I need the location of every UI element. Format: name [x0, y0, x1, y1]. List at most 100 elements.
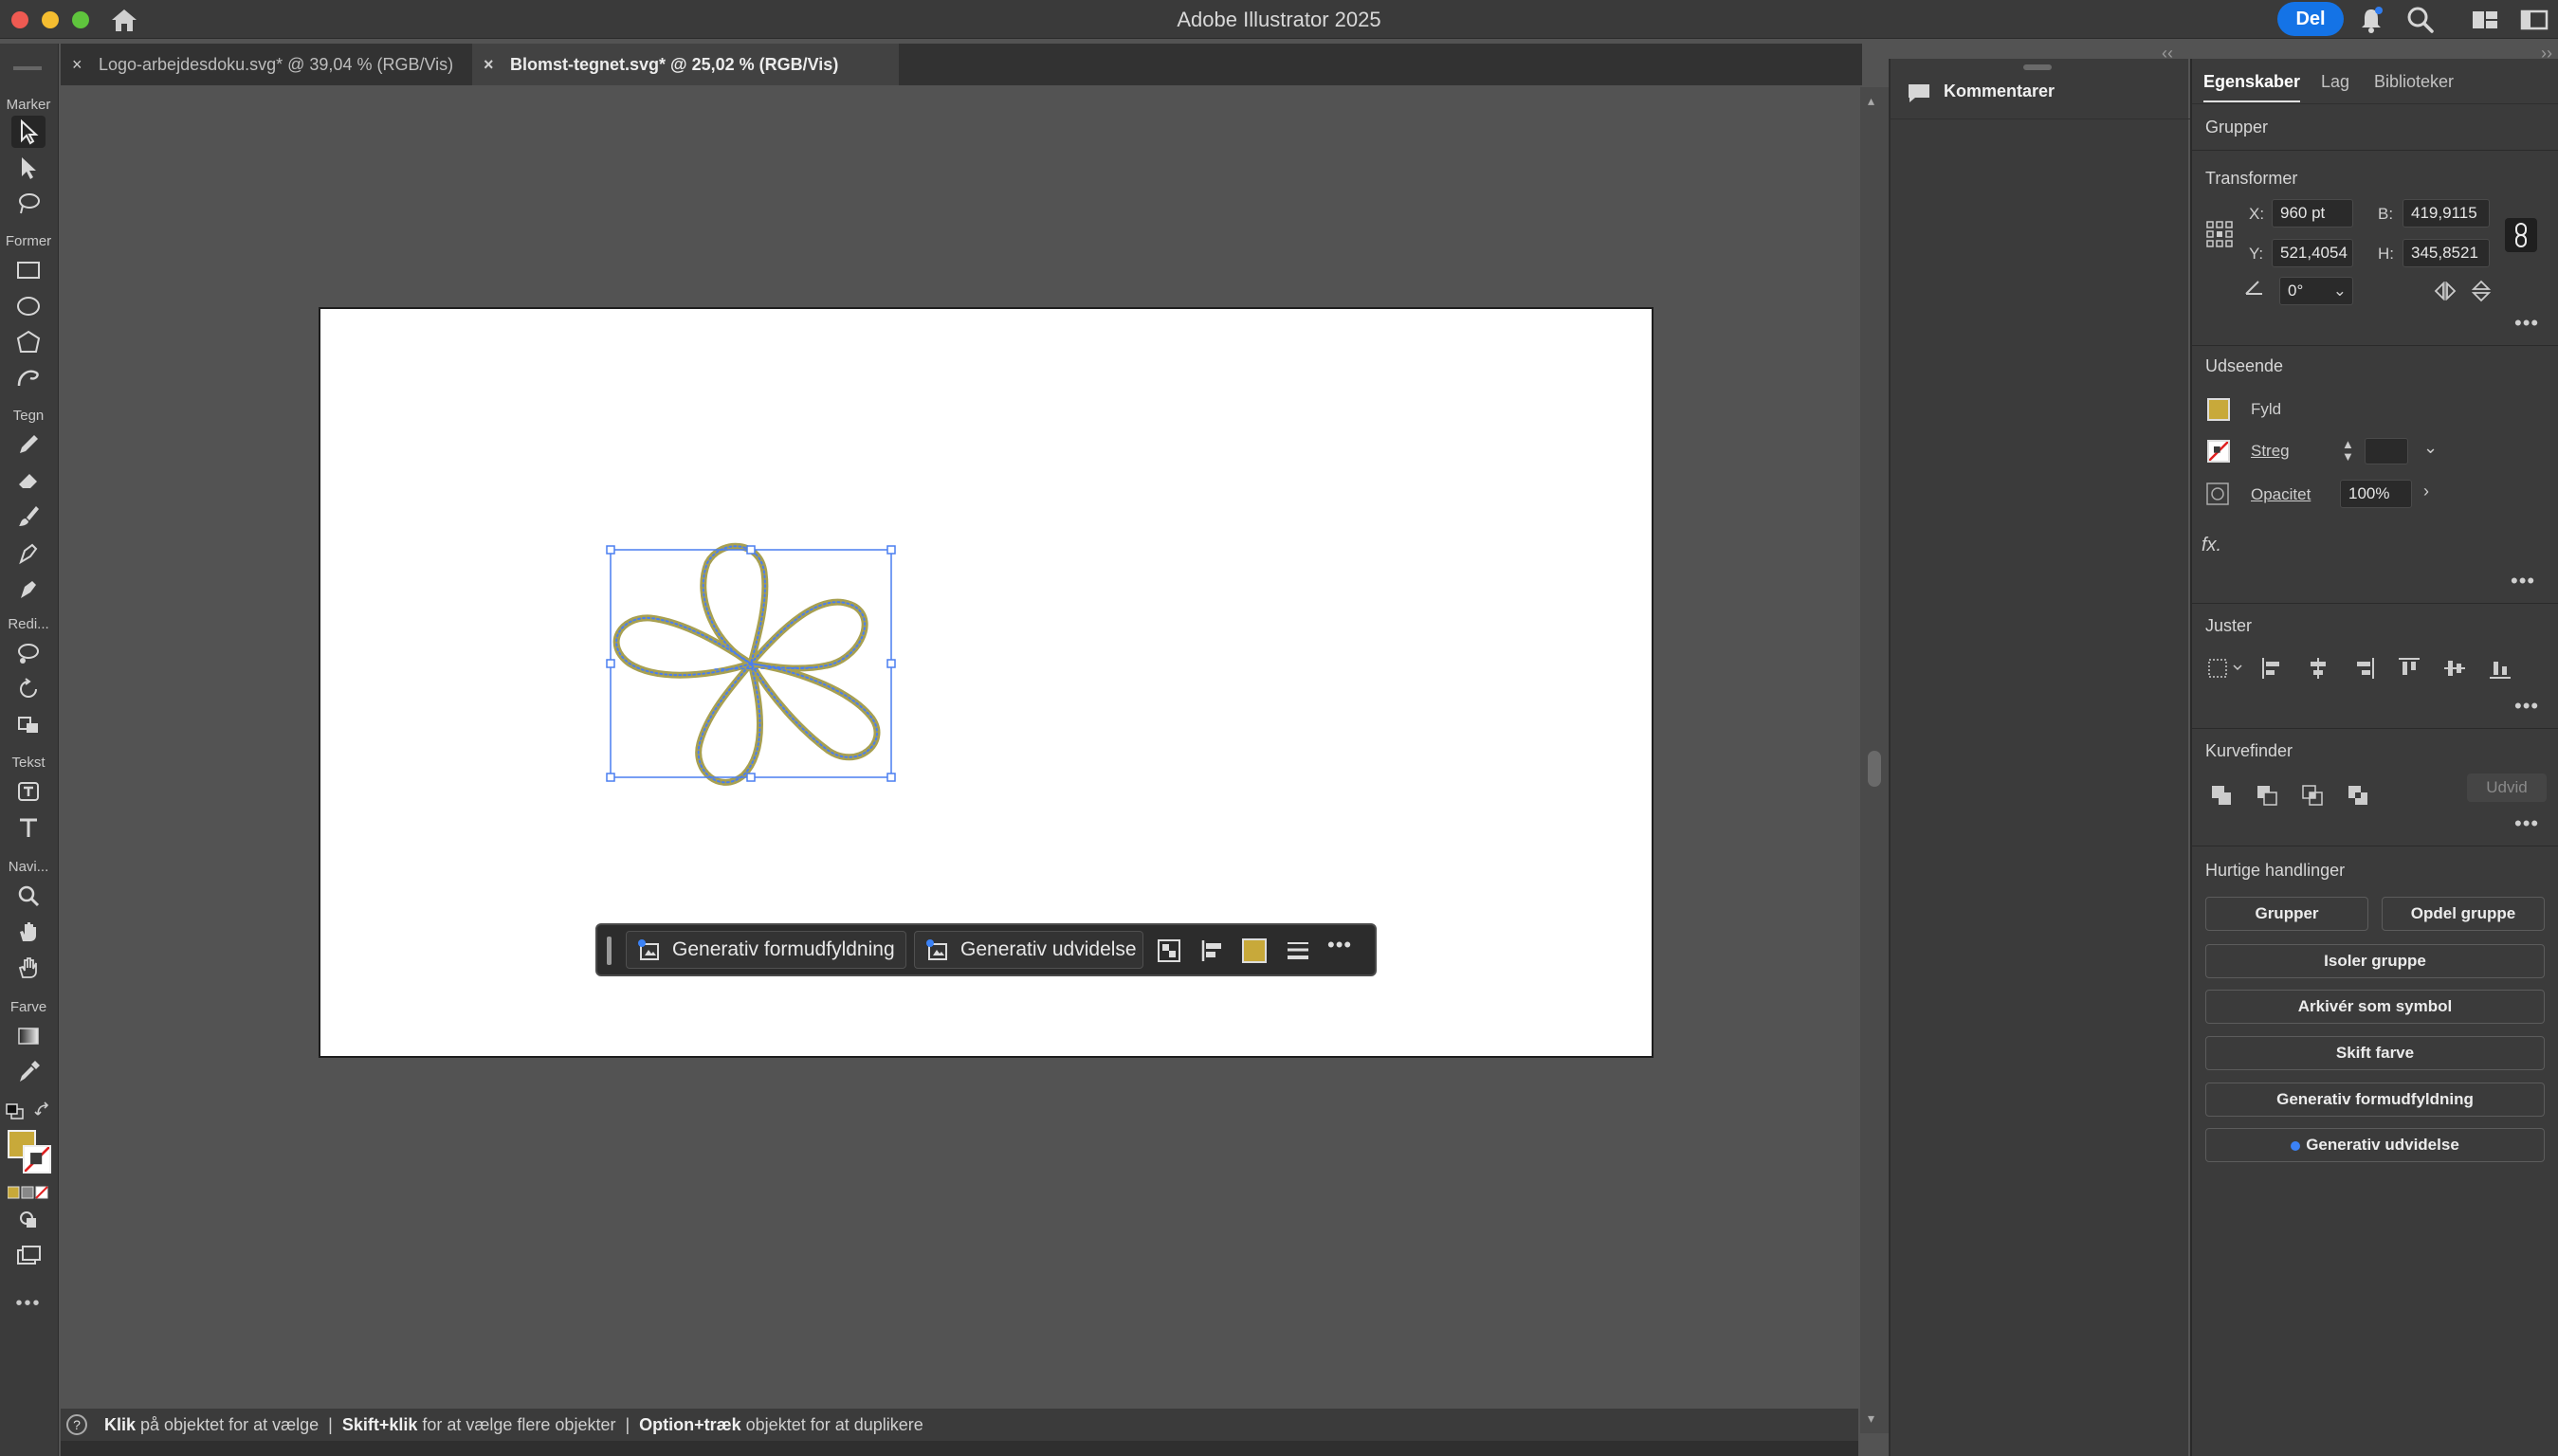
align-bottom-edges-icon[interactable]	[2488, 656, 2512, 681]
recolor-icon[interactable]	[1157, 938, 1181, 963]
shape-builder-tool[interactable]	[11, 709, 46, 741]
height-field[interactable]: 345,8521	[2403, 239, 2490, 267]
chevron-down-icon[interactable]: ⌄	[2423, 438, 2438, 458]
close-window-button[interactable]	[11, 11, 28, 28]
align-left-edges-icon[interactable]	[2260, 656, 2285, 681]
x-position-field[interactable]: 960 pt	[2272, 199, 2353, 228]
expand-button[interactable]: Udvid	[2467, 774, 2547, 802]
generative-shape-fill-quick-button[interactable]: Generativ formudfyldning	[2205, 1083, 2545, 1117]
align-top-edges-icon[interactable]	[2397, 656, 2421, 681]
lasso-tool[interactable]	[11, 188, 46, 220]
intersect-icon[interactable]	[2300, 783, 2325, 808]
fill-swatch-button[interactable]	[1242, 938, 1267, 963]
stroke-label[interactable]: Streg	[2251, 442, 2290, 461]
generative-expand-quick-button[interactable]: Generativ udvidelse	[2205, 1128, 2545, 1162]
constrain-proportions-button[interactable]	[2505, 218, 2537, 252]
recolor-button[interactable]: Skift farve	[2205, 1036, 2545, 1070]
eyedropper-tool[interactable]	[11, 1056, 46, 1088]
comments-header[interactable]: Kommentarer	[1891, 72, 2190, 119]
stroke-color-swatch[interactable]	[23, 1145, 51, 1174]
chevron-right-icon[interactable]: ›	[2423, 482, 2429, 501]
scroll-thumb[interactable]	[1868, 751, 1881, 787]
curvature-tool[interactable]	[11, 573, 46, 605]
align-left-icon[interactable]	[1200, 938, 1225, 963]
eraser-tool[interactable]	[11, 464, 46, 497]
flip-vertical-icon[interactable]	[2469, 279, 2494, 303]
swap-colors-icon[interactable]	[34, 1101, 53, 1120]
align-to-selection-icon[interactable]	[2207, 656, 2245, 681]
scroll-up-icon[interactable]: ▴	[1868, 93, 1874, 109]
rotation-field[interactable]: 0° ⌄	[2279, 277, 2353, 305]
paintbrush-tool[interactable]	[11, 500, 46, 533]
more-tools-button[interactable]: •••	[0, 1293, 57, 1315]
width-field[interactable]: 419,9115	[2403, 199, 2490, 228]
isolate-group-button[interactable]: Isoler gruppe	[2205, 944, 2545, 978]
zoom-tool[interactable]	[11, 880, 46, 912]
align-right-edges-icon[interactable]	[2351, 656, 2376, 681]
stroke-swatch[interactable]	[2207, 440, 2230, 463]
align-horizontal-center-icon[interactable]	[2306, 656, 2330, 681]
opacity-label[interactable]: Opacitet	[2251, 485, 2311, 504]
workspace-icon[interactable]	[2469, 4, 2501, 36]
hand-tool[interactable]	[11, 916, 46, 948]
exclude-icon[interactable]	[2346, 783, 2370, 808]
panel-toggle-icon[interactable]	[2518, 4, 2550, 36]
opacity-field[interactable]: 100%	[2340, 480, 2412, 508]
transform-more-button[interactable]: •••	[2514, 311, 2539, 336]
effects-button[interactable]: fx.	[2202, 535, 2221, 556]
y-position-field[interactable]: 521,4054	[2272, 239, 2353, 267]
bell-icon[interactable]	[2355, 4, 2387, 36]
type-tool[interactable]	[11, 811, 46, 844]
toolbar-grip[interactable]	[13, 66, 42, 70]
ungroup-button[interactable]: Opdel gruppe	[2382, 897, 2545, 931]
gradient-tool[interactable]	[11, 1020, 46, 1052]
unite-icon[interactable]	[2209, 783, 2234, 808]
zoom-window-button[interactable]	[72, 11, 89, 28]
pencil-tool[interactable]	[11, 428, 46, 461]
panel-grip[interactable]	[2023, 64, 2052, 70]
generative-expand-button[interactable]: Generativ udvidelse	[914, 931, 1143, 969]
home-icon[interactable]	[108, 6, 140, 34]
ellipse-tool[interactable]	[11, 290, 46, 322]
task-bar-grip[interactable]	[607, 937, 612, 965]
appearance-more-button[interactable]: •••	[2511, 569, 2535, 593]
fill-swatch[interactable]	[2207, 398, 2230, 421]
rotate-view-tool[interactable]	[11, 952, 46, 984]
align-more-button[interactable]: •••	[2514, 694, 2539, 719]
minimize-window-button[interactable]	[42, 11, 59, 28]
direct-selection-tool[interactable]	[11, 152, 46, 184]
tab-layers[interactable]: Lag	[2321, 72, 2349, 92]
chevron-down-icon[interactable]: ⌄	[2333, 278, 2347, 304]
rotate-tool[interactable]	[11, 673, 46, 705]
tab-logo-document[interactable]: × Logo-arbejdesdoku.svg* @ 39,04 % (RGB/…	[61, 44, 468, 85]
scroll-down-icon[interactable]: ▾	[1868, 1410, 1874, 1427]
stroke-weight-field[interactable]	[2365, 438, 2408, 464]
default-colors-icon[interactable]	[6, 1103, 25, 1120]
more-options-button[interactable]: •••	[1327, 933, 1352, 957]
pathfinder-more-button[interactable]: •••	[2514, 811, 2539, 836]
stroke-weight-icon[interactable]	[1286, 938, 1310, 963]
tab-libraries[interactable]: Biblioteker	[2374, 72, 2454, 92]
share-button[interactable]: Del	[2277, 2, 2344, 36]
tab-flower-document[interactable]: × Blomst-tegnet.svg* @ 25,02 % (RGB/Vis)	[472, 44, 899, 85]
minus-front-icon[interactable]	[2255, 783, 2279, 808]
archive-as-symbol-button[interactable]: Arkivér som symbol	[2205, 990, 2545, 1024]
type-on-path-tool[interactable]	[11, 775, 46, 808]
vertical-scrollbar[interactable]: ▴ ▾	[1860, 87, 1889, 1433]
drawing-mode-tool[interactable]	[11, 1204, 46, 1236]
flip-horizontal-icon[interactable]	[2433, 279, 2458, 303]
flower-drawing[interactable]	[601, 540, 901, 787]
lasso-select-tool[interactable]	[11, 637, 46, 669]
selection-tool[interactable]	[11, 116, 46, 148]
polygon-tool[interactable]	[11, 326, 46, 358]
shaper-tool[interactable]	[11, 362, 46, 394]
reference-point-icon[interactable]	[2205, 220, 2234, 248]
close-tab-icon[interactable]: ×	[484, 44, 494, 85]
search-icon[interactable]	[2404, 4, 2437, 36]
screen-mode-tool[interactable]	[11, 1240, 46, 1272]
tab-properties[interactable]: Egenskaber	[2203, 72, 2301, 102]
canvas[interactable]: Generativ formudfyldning Generativ udvid…	[61, 87, 1858, 1407]
group-button[interactable]: Grupper	[2205, 897, 2368, 931]
pen-tool[interactable]	[11, 537, 46, 569]
align-vertical-center-icon[interactable]	[2442, 656, 2467, 681]
